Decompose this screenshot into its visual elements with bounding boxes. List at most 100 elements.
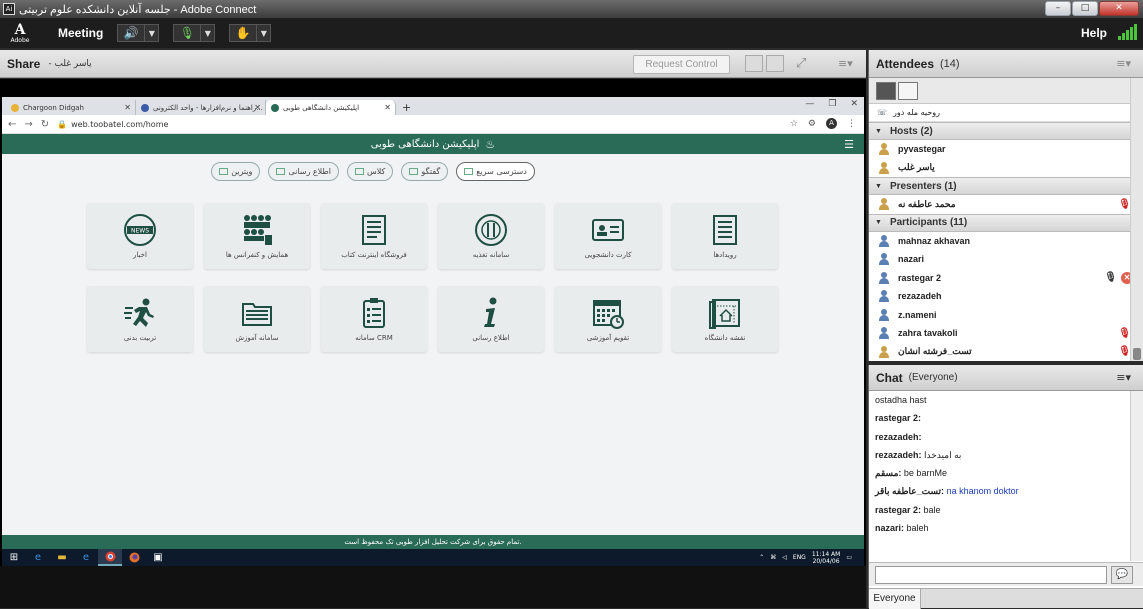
status-view-button[interactable] xyxy=(898,81,918,100)
browser-restore-icon[interactable]: ❐ xyxy=(828,99,836,109)
chat-scrollbar[interactable] xyxy=(1130,391,1143,561)
send-message-button[interactable]: 💬 xyxy=(1111,565,1133,584)
attendee-row[interactable]: zahra tavakoli 🎙 xyxy=(869,324,1143,343)
attendee-row[interactable]: rastegar 2 🎙 ✕ xyxy=(869,269,1143,288)
group-hosts[interactable]: ▼ Hosts (2) xyxy=(869,122,1143,140)
tile-news[interactable]: NEWS اخبار xyxy=(87,203,193,269)
clock[interactable]: 11:14 AM 20/04/06 xyxy=(812,551,840,565)
microphone-button[interactable]: 🎙 ▼ xyxy=(173,24,216,42)
tile-sport[interactable]: تربیت بدنی xyxy=(87,286,193,352)
browser-tab[interactable]: راهنما و نرم‌افزارها - واحد الکترونی... … xyxy=(136,100,266,115)
back-icon[interactable]: ← xyxy=(8,119,16,130)
tile-academic-calendar[interactable]: تقویم آموزشی xyxy=(555,286,661,352)
tab-everyone[interactable]: Everyone xyxy=(869,589,921,609)
close-button[interactable]: ✕ xyxy=(1099,1,1139,16)
speaker-button[interactable]: 🔊 ▼ xyxy=(117,24,160,42)
chevron-down-icon[interactable]: ▼ xyxy=(144,25,158,41)
windows-start-icon[interactable]: ⊞ xyxy=(2,549,26,566)
browser-close-icon[interactable]: ✕ xyxy=(850,99,858,109)
network-icon[interactable]: ⌘ xyxy=(770,554,776,561)
bookmark-star-icon[interactable]: ☆ xyxy=(790,119,798,129)
actual-size-button[interactable] xyxy=(766,55,784,72)
forward-icon[interactable]: → xyxy=(24,119,32,130)
close-tab-icon[interactable]: ✕ xyxy=(384,103,391,112)
attendee-row[interactable]: rezazadeh xyxy=(869,287,1143,306)
hamburger-menu-icon[interactable]: ☰ xyxy=(844,138,854,151)
profile-avatar[interactable]: A xyxy=(826,118,837,129)
group-presenters[interactable]: ▼ Presenters (1) xyxy=(869,177,1143,195)
tile-food[interactable]: سامانه تغذیه xyxy=(438,203,544,269)
windows-taskbar: ⊞ e ▬ e ▣ ⌃ ⌘ ◁ ENG 11:14 AM 20/04/06 ▭ xyxy=(2,549,864,566)
group-participants[interactable]: ▼ Participants (11) xyxy=(869,213,1143,232)
attendee-row[interactable]: محمد عاطفه نه 🎙 xyxy=(869,195,1143,214)
attendee-row[interactable]: تست_فرشته انشان 🎙 xyxy=(869,343,1143,362)
browser-tab-active[interactable]: اپلیکیشن دانشگاهی طوبی ✕ xyxy=(266,100,396,115)
tile-education-system[interactable]: سامانه آموزش xyxy=(204,286,310,352)
pod-menu-icon[interactable]: ≡▾ xyxy=(1116,371,1131,384)
new-tab-button[interactable]: + xyxy=(402,100,411,115)
attendee-name: یاسر غلب xyxy=(898,162,935,173)
pill-showcase[interactable]: ویترین xyxy=(211,162,261,181)
raise-hand-button[interactable]: ✋ ▼ xyxy=(229,24,272,42)
edge-icon[interactable]: e xyxy=(26,549,50,566)
address-bar[interactable]: web.toobatel.com/home xyxy=(71,120,168,129)
microphone-icon: 🎙 xyxy=(179,26,195,40)
pill-announcements[interactable]: اطلاع رسانی xyxy=(268,162,339,181)
tile-student-card[interactable]: کارت دانشجویی xyxy=(555,203,661,269)
pill-quick-access[interactable]: دسترسی سریع xyxy=(456,162,535,181)
help-menu[interactable]: Help xyxy=(1081,26,1107,40)
app-icon[interactable]: ▣ xyxy=(146,549,170,566)
chrome-icon[interactable] xyxy=(98,549,122,566)
collapse-triangle-icon[interactable]: ▼ xyxy=(875,183,882,190)
firefox-icon[interactable] xyxy=(122,549,146,566)
pill-chat[interactable]: گفتگو xyxy=(401,162,449,181)
tile-bookstore[interactable]: فروشگاه اینترنت کتاب xyxy=(321,203,427,269)
request-control-button[interactable]: Request Control xyxy=(633,55,730,74)
notification-icon[interactable]: ▭ xyxy=(846,554,852,561)
tile-announcements[interactable]: اطلاع رسانی xyxy=(438,286,544,352)
tile-crm[interactable]: سامانه CRM xyxy=(321,286,427,352)
reload-icon[interactable]: ↻ xyxy=(41,119,49,130)
internet-explorer-icon[interactable]: e xyxy=(74,549,98,566)
file-explorer-icon[interactable]: ▬ xyxy=(50,549,74,566)
fit-view-button[interactable] xyxy=(745,55,763,72)
browser-tab[interactable]: Chargoon Didgah ✕ xyxy=(6,100,136,115)
attendees-scrollbar[interactable] xyxy=(1130,78,1143,361)
tile-campus-map[interactable]: نقشه دانشگاه xyxy=(672,286,778,352)
close-tab-icon[interactable]: ✕ xyxy=(254,103,261,112)
list-view-button[interactable] xyxy=(876,81,896,100)
chat-pod: Chat (Everyone) ≡▾ ostadha hast rastegar… xyxy=(868,365,1143,609)
chevron-down-icon[interactable]: ▼ xyxy=(256,25,270,41)
pod-menu-icon[interactable]: ≡▾ xyxy=(1116,57,1131,70)
fullscreen-icon[interactable]: ⤢ xyxy=(796,56,806,71)
collapse-triangle-icon[interactable]: ▼ xyxy=(875,219,882,226)
close-tab-icon[interactable]: ✕ xyxy=(124,103,131,112)
meeting-menu[interactable]: Meeting xyxy=(58,26,103,40)
category-pills: ویترین اطلاع رسانی کلاس گفتگو دسترسی سری… xyxy=(0,162,864,181)
chevron-down-icon[interactable]: ▼ xyxy=(200,25,214,41)
scrollbar-thumb[interactable] xyxy=(1133,348,1141,360)
hand-icon: ✋ xyxy=(235,26,251,40)
pill-class[interactable]: کلاس xyxy=(347,162,394,181)
attendee-row[interactable]: z.nameni xyxy=(869,306,1143,325)
extension-icon[interactable]: ⚙ xyxy=(808,119,816,129)
browser-menu-icon[interactable]: ⋮ xyxy=(847,119,856,129)
tray-chevron-icon[interactable]: ⌃ xyxy=(759,554,764,561)
tile-conferences[interactable]: همایش و کنفرانس ها xyxy=(204,203,310,269)
attendee-row[interactable]: یاسر غلب xyxy=(869,159,1143,178)
language-indicator[interactable]: ENG xyxy=(793,554,806,561)
chat-input[interactable] xyxy=(875,565,1107,584)
attendee-row[interactable]: nazari xyxy=(869,250,1143,269)
browser-minimize-icon[interactable]: — xyxy=(805,99,814,109)
attendee-row[interactable]: pyvastegar xyxy=(869,140,1143,159)
collapse-triangle-icon[interactable]: ▼ xyxy=(875,128,882,135)
pill-label: کلاس xyxy=(367,167,386,176)
tile-events[interactable]: رویدادها xyxy=(672,203,778,269)
participant-icon xyxy=(878,253,890,266)
maximize-button[interactable]: □ xyxy=(1072,1,1098,16)
pill-label: اطلاع رسانی xyxy=(288,167,331,176)
pod-menu-icon[interactable]: ≡▾ xyxy=(838,57,853,70)
volume-icon[interactable]: ◁ xyxy=(782,554,787,561)
minimize-button[interactable]: – xyxy=(1045,1,1071,16)
attendee-row[interactable]: mahnaz akhavan xyxy=(869,232,1143,251)
